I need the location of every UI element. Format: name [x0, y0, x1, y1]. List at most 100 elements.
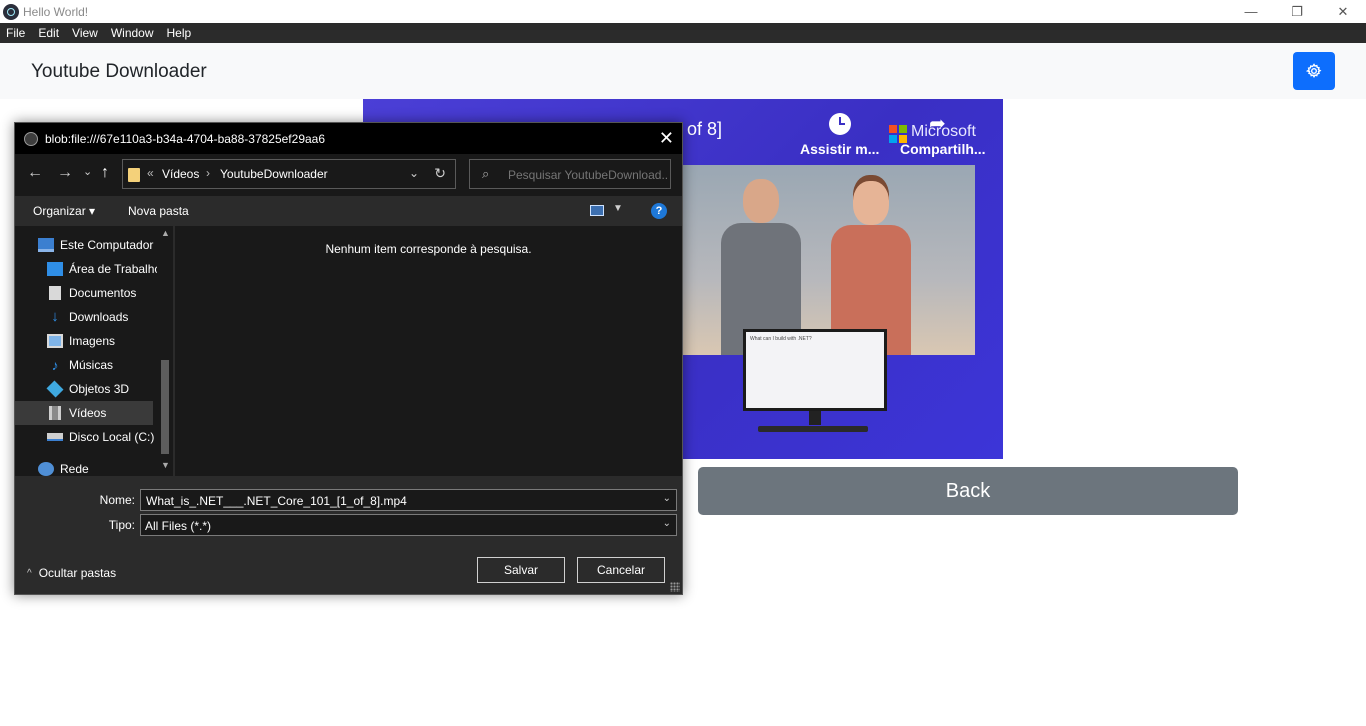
- drive-icon: [47, 433, 63, 441]
- scrollbar-thumb[interactable]: [161, 360, 169, 454]
- nav-item-label: Rede: [60, 462, 89, 476]
- menu-file[interactable]: File: [0, 23, 32, 43]
- minimize-button[interactable]: —: [1228, 0, 1274, 23]
- watch-later-label[interactable]: Assistir m...: [800, 141, 879, 157]
- music-icon: ♪: [51, 357, 59, 373]
- address-row: ← → ⌄ ↑ « Vídeos › YoutubeDownloader ⌄ ↻…: [15, 154, 682, 196]
- save-button[interactable]: Salvar: [477, 557, 565, 583]
- nav-item-desktop[interactable]: Área de Trabalhc: [15, 257, 160, 281]
- videos-icon: [49, 406, 61, 420]
- nav-item-label: Área de Trabalhc: [69, 262, 161, 276]
- back-button[interactable]: Back: [698, 467, 1238, 515]
- nav-item-label: Documentos: [69, 286, 137, 300]
- search-icon: ⌕: [482, 166, 490, 181]
- chevron-up-icon: ^: [27, 567, 32, 579]
- nav-item-label: Downloads: [69, 310, 129, 324]
- filetype-label: Tipo:: [108, 518, 135, 532]
- video-title: of 8]: [687, 119, 723, 139]
- search-box[interactable]: ⌕: [469, 159, 671, 189]
- help-icon[interactable]: ?: [651, 203, 667, 219]
- nav-item-downloads[interactable]: ↓ Downloads: [15, 305, 153, 329]
- scroll-down-icon[interactable]: ▼: [161, 460, 170, 470]
- menu-view[interactable]: View: [66, 23, 105, 43]
- microsoft-brand: Microsoft: [911, 123, 976, 140]
- address-bar[interactable]: « Vídeos › YoutubeDownloader ⌄ ↻: [122, 159, 456, 189]
- refresh-icon[interactable]: ↻: [434, 165, 446, 182]
- up-arrow-icon[interactable]: ↑: [101, 164, 109, 182]
- clock-icon[interactable]: [829, 113, 851, 135]
- window-title: Hello World!: [23, 4, 89, 19]
- dialog-close-icon[interactable]: ✕: [659, 128, 674, 149]
- desktop-icon: [47, 262, 63, 276]
- back-arrow-icon[interactable]: ←: [27, 164, 43, 182]
- address-dropdown-icon[interactable]: ⌄: [409, 166, 419, 180]
- breadcrumb-youtubedownloader[interactable]: YoutubeDownloader: [220, 167, 328, 181]
- window-controls: — ❐ ✕: [1228, 0, 1366, 23]
- computer-icon: [38, 238, 54, 252]
- nav-item-label: Este Computador: [60, 238, 154, 252]
- resize-grip-icon[interactable]: [670, 582, 680, 592]
- filename-input[interactable]: [146, 493, 646, 508]
- cancel-button[interactable]: Cancelar: [577, 557, 665, 583]
- gear-icon: [1306, 63, 1322, 79]
- electron-icon: [24, 131, 38, 146]
- menu-help[interactable]: Help: [161, 23, 199, 43]
- recent-locations-icon[interactable]: ⌄: [83, 165, 92, 178]
- pictures-icon: [47, 334, 63, 348]
- hide-folders-toggle[interactable]: ^ Ocultar pastas: [27, 566, 116, 580]
- filetype-value: All Files (*.*): [145, 519, 212, 533]
- search-input[interactable]: [508, 166, 668, 183]
- nav-pane-scrollbar[interactable]: ▲ ▼: [157, 226, 173, 476]
- filename-dropdown-icon[interactable]: ⌄: [663, 493, 671, 504]
- nav-item-pictures[interactable]: Imagens: [15, 329, 153, 353]
- forward-arrow-icon[interactable]: →: [57, 164, 73, 182]
- close-window-button[interactable]: ✕: [1320, 0, 1366, 23]
- electron-icon: [3, 3, 19, 20]
- app-header: Youtube Downloader: [0, 43, 1366, 99]
- menu-edit[interactable]: Edit: [32, 23, 66, 43]
- save-file-dialog: blob:file:///67e110a3-b34a-4704-ba88-378…: [14, 122, 683, 595]
- nav-item-this-pc[interactable]: Este Computador: [15, 233, 153, 257]
- window-titlebar: Hello World! — ❐ ✕: [0, 0, 1366, 23]
- nav-item-videos[interactable]: Vídeos: [15, 401, 153, 425]
- share-label[interactable]: Compartilh...: [900, 141, 986, 157]
- monitor-screen-text: What can I build with .NET?: [746, 332, 884, 408]
- organize-button[interactable]: Organizar ▾: [33, 204, 95, 218]
- view-dropdown-icon[interactable]: ▼: [613, 203, 623, 214]
- navigation-pane: Este Computador Área de Trabalhc Documen…: [15, 226, 173, 476]
- dialog-titlebar: blob:file:///67e110a3-b34a-4704-ba88-378…: [15, 123, 682, 154]
- restore-button[interactable]: ❐: [1274, 0, 1320, 23]
- nav-item-documents[interactable]: Documentos: [15, 281, 153, 305]
- page-title: Youtube Downloader: [31, 61, 207, 82]
- filename-label: Nome:: [99, 493, 135, 507]
- video-scene: [681, 165, 975, 355]
- nav-item-label: Disco Local (C:): [69, 430, 155, 444]
- filename-field[interactable]: ⌄: [140, 489, 677, 511]
- breadcrumb-separator-icon: ›: [206, 166, 210, 180]
- nav-item-music[interactable]: ♪ Músicas: [15, 353, 153, 377]
- network-icon: [38, 462, 54, 476]
- documents-icon: [49, 286, 61, 300]
- scroll-up-icon[interactable]: ▲: [161, 228, 170, 238]
- file-list-pane[interactable]: Nenhum item corresponde à pesquisa.: [175, 226, 682, 476]
- new-folder-button[interactable]: Nova pasta: [128, 204, 189, 218]
- monitor-stand: [809, 411, 821, 425]
- overflow-chevron-icon[interactable]: «: [147, 166, 154, 180]
- empty-results-message: Nenhum item corresponde à pesquisa.: [325, 242, 532, 256]
- filetype-dropdown-icon[interactable]: ⌄: [663, 518, 671, 529]
- nav-item-local-disk[interactable]: Disco Local (C:): [15, 425, 155, 449]
- view-mode-icon[interactable]: [590, 205, 604, 216]
- nav-item-label: Músicas: [69, 358, 114, 372]
- nav-item-label: Imagens: [69, 334, 116, 348]
- 3d-objects-icon: [46, 380, 64, 398]
- breadcrumb-videos[interactable]: Vídeos: [162, 167, 199, 181]
- filetype-select[interactable]: All Files (*.*) ⌄: [140, 514, 677, 536]
- monitor-graphic: What can I build with .NET?: [743, 329, 887, 411]
- nav-item-3d-objects[interactable]: Objetos 3D: [15, 377, 153, 401]
- nav-item-network[interactable]: Rede: [15, 457, 153, 476]
- nav-item-label: Objetos 3D: [69, 382, 130, 396]
- dialog-toolbar: Organizar ▾ Nova pasta ▼ ?: [15, 196, 682, 226]
- keyboard-graphic: [758, 426, 868, 432]
- menu-window[interactable]: Window: [105, 23, 161, 43]
- settings-button[interactable]: [1293, 52, 1335, 90]
